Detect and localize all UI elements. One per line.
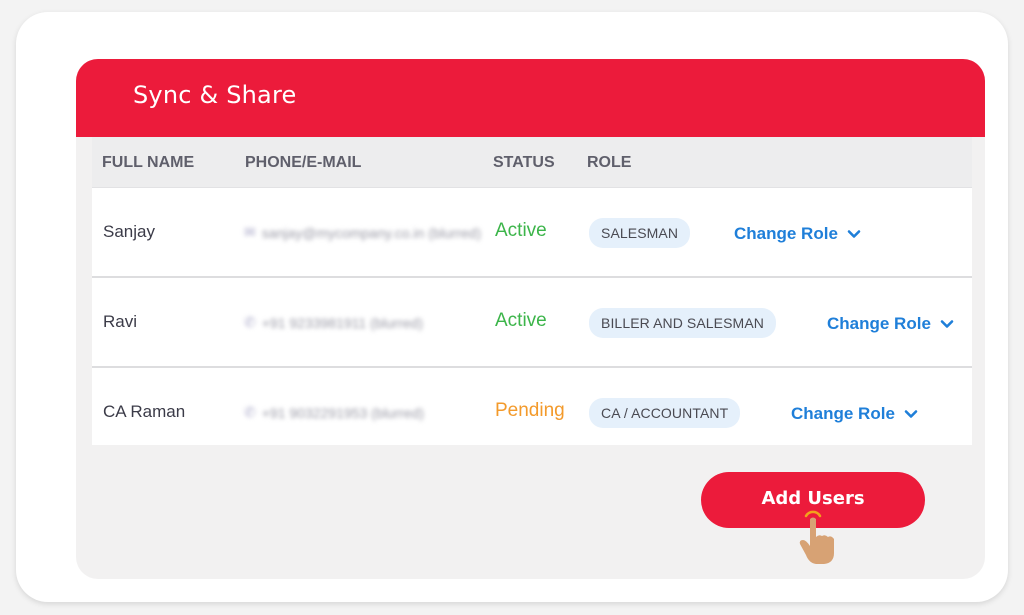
contact-text: sanjay@mycompany.co.in (blurred): [261, 224, 482, 241]
user-name: CA Raman: [103, 402, 186, 421]
change-role-label: Change Role: [827, 314, 931, 333]
column-header-status: STATUS: [493, 154, 555, 171]
column-header-role: ROLE: [587, 154, 632, 171]
change-role-label: Change Role: [734, 224, 838, 243]
status-badge: Pending: [495, 400, 565, 421]
user-contact: ✉ sanjay@mycompany.co.in (blurred): [244, 224, 481, 241]
phone-icon: ✆: [244, 314, 256, 330]
chevron-down-icon: [904, 410, 918, 418]
change-role-button[interactable]: Change Role: [827, 314, 954, 334]
phone-icon: ✆: [244, 404, 256, 420]
column-header-phone-email: PHONE/E-MAIL: [245, 154, 362, 171]
user-name: Ravi: [103, 312, 138, 331]
role-badge: SALESMAN: [589, 218, 691, 248]
status-badge: Active: [495, 220, 547, 241]
table-header: FULL NAME PHONE/E-MAIL STATUS ROLE: [92, 137, 972, 188]
email-icon: ✉: [244, 224, 256, 240]
column-header-full-name: FULL NAME: [102, 154, 195, 171]
role-badge: BILLER AND SALESMAN: [589, 308, 776, 338]
outer-card: Sync & Share FULL NAME PHONE/E-MAIL STAT…: [16, 12, 1008, 602]
status-badge: Active: [495, 310, 547, 331]
change-role-button[interactable]: Change Role: [734, 224, 861, 244]
change-role-button[interactable]: Change Role: [791, 404, 918, 424]
role-badge: CA / ACCOUNTANT: [589, 398, 741, 428]
user-contact: ✆ +91 9233981911 (blurred): [244, 314, 423, 331]
contact-text: +91 9032291953 (blurred): [261, 404, 425, 421]
user-name: Sanjay: [103, 222, 155, 241]
table-row: Sanjay ✉ sanjay@mycompany.co.in (blurred…: [92, 188, 972, 278]
change-role-label: Change Role: [791, 404, 895, 423]
table-row: CA Raman ✆ +91 9032291953 (blurred) Pend…: [92, 368, 972, 445]
panel-header: Sync & Share: [76, 59, 985, 137]
panel-title: Sync & Share: [133, 81, 297, 109]
hand-pointer-icon: [799, 510, 834, 564]
table-row: Ravi ✆ +91 9233981911 (blurred) Active B…: [92, 278, 972, 368]
sync-share-panel: Sync & Share FULL NAME PHONE/E-MAIL STAT…: [76, 59, 985, 579]
contact-text: +91 9233981911 (blurred): [261, 314, 423, 331]
chevron-down-icon: [847, 230, 861, 238]
users-table: FULL NAME PHONE/E-MAIL STATUS ROLE Sanja…: [92, 137, 972, 445]
user-contact: ✆ +91 9032291953 (blurred): [244, 404, 424, 421]
chevron-down-icon: [940, 320, 954, 328]
